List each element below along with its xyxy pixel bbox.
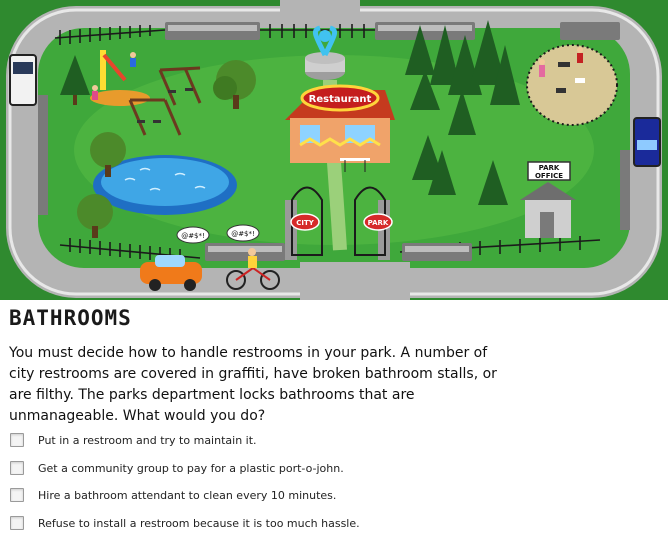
option-checkbox[interactable] <box>10 516 24 530</box>
park-office-sign-line2: OFFICE <box>535 172 563 180</box>
restaurant: Restaurant <box>285 84 395 172</box>
question-text: You must decide how to handle restrooms … <box>9 345 497 424</box>
option-refuse-restroom[interactable]: Refuse to install a restroom because it … <box>10 516 360 530</box>
option-bathroom-attendant[interactable]: Hire a bathroom attendant to clean every… <box>10 488 336 502</box>
park-map: Restaurant CITY PARK PARK OFFICE @#$*! @… <box>0 0 668 300</box>
right-wall <box>620 150 630 230</box>
entrance-road <box>300 262 410 300</box>
speech-bubble-1: @#$*! <box>181 232 205 240</box>
gate-sign-park: PARK <box>368 219 389 227</box>
option-checkbox[interactable] <box>10 488 24 502</box>
option-label: Put in a restroom and try to maintain it… <box>38 433 257 447</box>
park-office: PARK OFFICE <box>520 161 576 238</box>
restaurant-sign: Restaurant <box>309 94 372 105</box>
gate-sign-city: CITY <box>296 219 315 227</box>
option-checkbox[interactable] <box>10 461 24 475</box>
section-heading: BATHROOMS <box>9 306 132 330</box>
option-label: Refuse to install a restroom because it … <box>38 516 360 530</box>
car-left-bus <box>9 54 37 106</box>
option-maintain-restroom[interactable]: Put in a restroom and try to maintain it… <box>10 433 257 447</box>
option-label: Hire a bathroom attendant to clean every… <box>38 488 337 502</box>
option-label: Get a community group to pay for a plast… <box>38 461 344 475</box>
option-port-o-john[interactable]: Get a community group to pay for a plast… <box>10 461 344 475</box>
car-right-blue <box>633 117 661 167</box>
option-checkbox[interactable] <box>10 433 24 447</box>
dog-park <box>526 44 618 126</box>
speech-bubble-2: @#$*! <box>231 230 255 238</box>
park-office-sign-line1: PARK <box>539 164 560 172</box>
left-wall <box>38 95 48 215</box>
